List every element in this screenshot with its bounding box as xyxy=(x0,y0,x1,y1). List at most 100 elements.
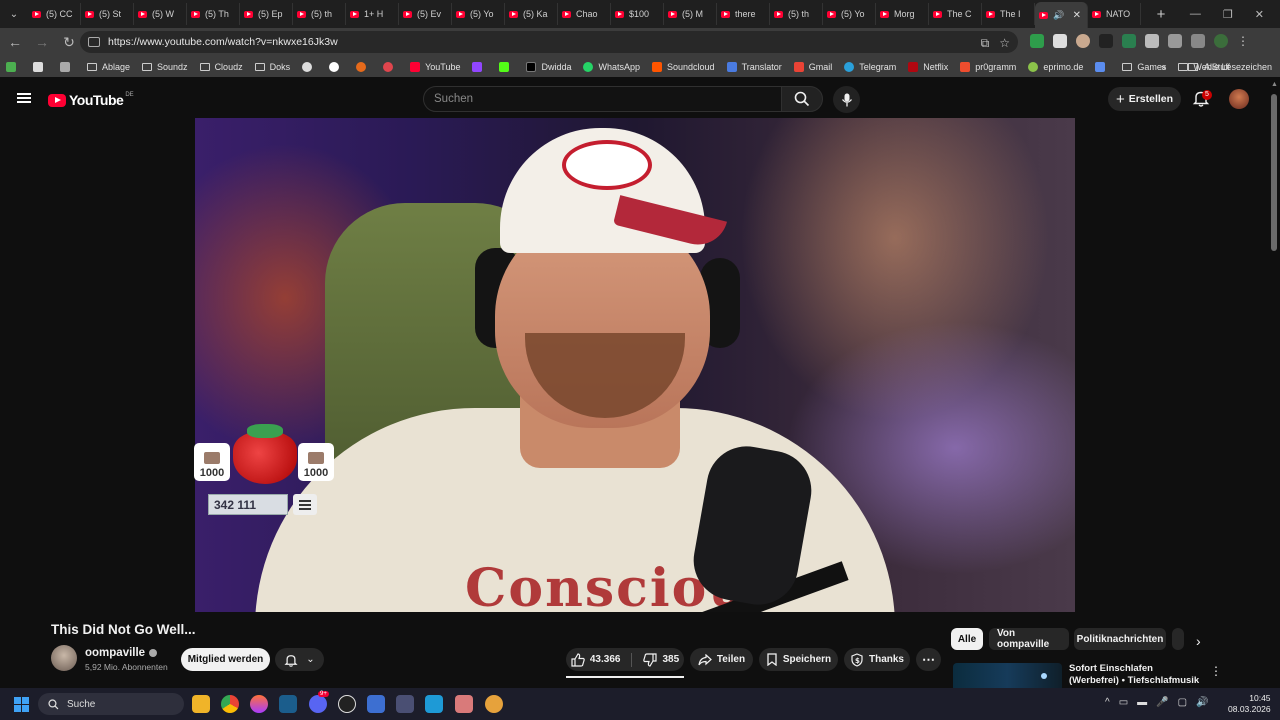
browser-tab[interactable]: (5) th xyxy=(293,3,346,25)
bookmark-item[interactable] xyxy=(302,61,317,72)
bookmark-folder[interactable]: Soundz xyxy=(142,62,188,72)
tray-overflow-icon[interactable]: ^ xyxy=(1105,697,1110,708)
bookmark-youtube[interactable]: YouTube xyxy=(410,61,460,72)
site-info-icon[interactable] xyxy=(88,37,100,47)
bookmark-folder[interactable]: Games xyxy=(1122,62,1166,72)
app-blue-icon[interactable] xyxy=(367,695,385,713)
recommendation-menu-icon[interactable]: ⋮ xyxy=(1210,664,1222,678)
reading-list-icon[interactable] xyxy=(1191,34,1205,48)
extension-icon[interactable] xyxy=(1030,34,1044,48)
thanks-button[interactable]: $ Thanks xyxy=(844,648,910,671)
share-button[interactable]: Teilen xyxy=(690,648,753,671)
bookmark-item[interactable] xyxy=(383,61,398,72)
bookmark-netflix[interactable]: Netflix xyxy=(908,61,948,72)
address-bar[interactable]: https://www.youtube.com/watch?v=nkwxe16J… xyxy=(80,31,1018,53)
more-actions-button[interactable]: ⋯ xyxy=(916,648,941,671)
browser-tab[interactable]: (5) M xyxy=(664,3,717,25)
tab-search-button[interactable]: ⌄ xyxy=(0,0,28,28)
search-button[interactable] xyxy=(781,86,823,112)
vlc-icon[interactable] xyxy=(485,695,503,713)
extension-icon[interactable] xyxy=(1076,34,1090,48)
bookmark-folder[interactable]: Cloudz xyxy=(199,62,243,72)
browser-tab[interactable]: (5) Ev xyxy=(399,3,452,25)
tray-flag-icon[interactable]: ▬ xyxy=(1137,697,1147,708)
bookmark-item[interactable] xyxy=(356,61,371,72)
browser-tab[interactable]: $100 xyxy=(611,3,664,25)
bookmark-gmail[interactable]: Gmail xyxy=(793,61,832,72)
puzzle-extensions-icon[interactable] xyxy=(1168,34,1182,48)
forward-icon[interactable]: → xyxy=(30,34,54,50)
recommendation-thumbnail[interactable] xyxy=(953,663,1062,688)
steam-icon[interactable] xyxy=(279,695,297,713)
browser-tab[interactable]: (5) CC xyxy=(28,3,81,25)
discord-icon[interactable] xyxy=(309,695,327,713)
browser-tab[interactable]: 1+ H xyxy=(346,3,399,25)
bookmark-whatsapp[interactable]: WhatsApp xyxy=(583,61,640,72)
chrome-icon[interactable] xyxy=(221,695,239,713)
network-icon[interactable]: ▢ xyxy=(1178,697,1187,708)
bookmark-translator[interactable]: Translator xyxy=(726,61,782,72)
chip-political-news[interactable]: Politiknachrichten xyxy=(1074,628,1166,650)
close-window-icon[interactable]: ✕ xyxy=(1255,8,1264,21)
search-input[interactable]: Suchen xyxy=(423,86,782,112)
file-explorer-icon[interactable] xyxy=(192,695,210,713)
all-bookmarks[interactable]: » Alle Lesezeichen xyxy=(1161,62,1272,72)
taskbar-search[interactable]: Suche xyxy=(38,693,184,715)
bookmark-star-icon[interactable]: ☆ xyxy=(999,36,1010,51)
tray-microphone-icon[interactable]: 🎤 xyxy=(1156,697,1168,708)
tray-app-icon[interactable]: ▭ xyxy=(1119,697,1128,708)
bookmark-item[interactable] xyxy=(499,61,514,72)
browser-tab[interactable]: (5) Ka xyxy=(505,3,558,25)
audio-playing-icon[interactable]: 🔊 xyxy=(1053,10,1064,21)
browser-tab-active[interactable]: 🔊 ✕ xyxy=(1035,2,1088,28)
browser-tab[interactable]: Morg xyxy=(876,3,929,25)
subscription-notifications-button[interactable]: ⌄ xyxy=(275,648,324,671)
browser-tab[interactable]: (5) th xyxy=(770,3,823,25)
bookmark-item[interactable] xyxy=(1095,61,1110,72)
browser-tab[interactable]: (5) Th xyxy=(187,3,240,25)
obs-icon[interactable] xyxy=(338,695,356,713)
join-membership-button[interactable]: Mitglied werden xyxy=(181,648,270,671)
notepad-icon[interactable] xyxy=(425,695,443,713)
menu-kebab-icon[interactable]: ⋮ xyxy=(1237,34,1249,48)
browser-tab[interactable]: The C xyxy=(929,3,982,25)
restore-icon[interactable]: ❐ xyxy=(1223,8,1233,21)
bookmark-item[interactable] xyxy=(472,61,487,72)
scroll-up-arrow-icon[interactable]: ▲ xyxy=(1271,81,1278,88)
voice-search-button[interactable] xyxy=(833,86,860,113)
browser-tab[interactable]: (5) W xyxy=(134,3,187,25)
windows-start-icon[interactable] xyxy=(14,697,29,712)
reload-icon[interactable]: ↻ xyxy=(57,34,81,51)
browser-tab[interactable]: The I xyxy=(982,3,1035,25)
browser-tab[interactable]: there xyxy=(717,3,770,25)
taskbar-clock[interactable]: 10:45 08.03.2026 xyxy=(1228,693,1271,715)
like-button[interactable]: 43.366 xyxy=(571,652,620,667)
dislike-button[interactable]: 385 xyxy=(643,652,679,667)
bookmark-folder[interactable]: Ablage xyxy=(87,62,130,72)
chevron-right-icon[interactable]: › xyxy=(1196,633,1201,649)
firefox-icon[interactable] xyxy=(250,695,268,713)
browser-tab[interactable]: Chao xyxy=(558,3,611,25)
bookmark-soundcloud[interactable]: Soundcloud xyxy=(652,61,715,72)
channel-avatar[interactable] xyxy=(51,645,77,671)
youtube-logo[interactable]: YouTube DE xyxy=(48,92,134,108)
apps-grid-button[interactable] xyxy=(60,61,75,72)
extension-icon[interactable] xyxy=(1122,34,1136,48)
bookmark-folder[interactable]: Doks xyxy=(254,62,290,72)
chip-partial[interactable] xyxy=(1172,628,1184,650)
bookmark-dwidda[interactable]: Dwidda xyxy=(526,61,571,72)
new-tab-button[interactable]: + xyxy=(1149,6,1173,23)
extension-icon[interactable] xyxy=(1145,34,1159,48)
channel-name[interactable]: oompaville xyxy=(85,647,158,659)
browser-tab[interactable]: (5) Ep xyxy=(240,3,293,25)
bookmark-item[interactable] xyxy=(6,61,21,72)
close-tab-icon[interactable]: ✕ xyxy=(1073,10,1081,21)
extension-icon[interactable] xyxy=(1053,34,1067,48)
create-button[interactable]: + Erstellen xyxy=(1108,87,1181,111)
back-icon[interactable]: ← xyxy=(3,34,27,50)
bookmark-eprimo[interactable]: eprimo.de xyxy=(1028,61,1083,72)
minimize-icon[interactable]: — xyxy=(1190,8,1201,21)
page-scrollbar[interactable] xyxy=(1271,94,1277,251)
audio-app-icon[interactable] xyxy=(396,695,414,713)
save-button[interactable]: Speichern xyxy=(759,648,838,671)
